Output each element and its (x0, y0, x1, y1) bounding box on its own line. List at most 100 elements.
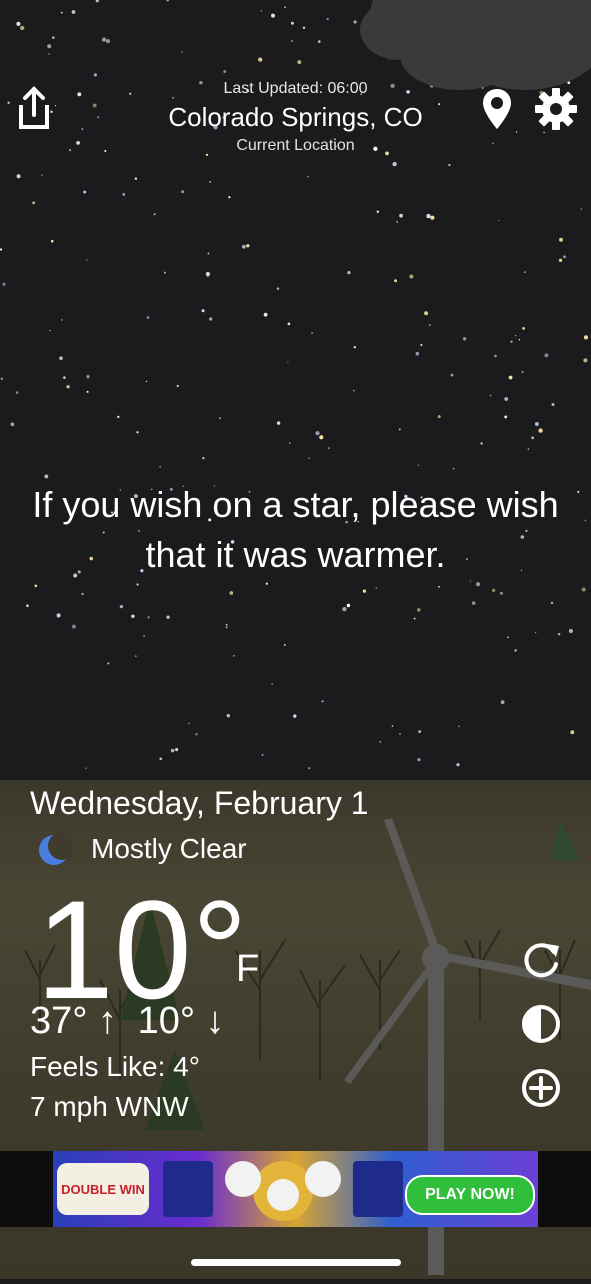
star (263, 312, 268, 317)
star (229, 591, 234, 595)
high-temperature: 37° (30, 1000, 88, 1042)
theme-icon[interactable] (519, 1002, 563, 1046)
star (558, 258, 563, 263)
star (521, 370, 524, 373)
moon-icon (36, 832, 76, 868)
star (284, 6, 286, 9)
star (308, 457, 310, 460)
star (498, 219, 500, 222)
star (583, 358, 588, 363)
location-pin-icon[interactable] (480, 87, 514, 131)
star (136, 431, 139, 434)
star (415, 351, 420, 356)
star (399, 733, 401, 736)
star (2, 282, 6, 286)
star (16, 21, 21, 26)
star (61, 318, 63, 321)
ad-banner[interactable]: DOUBLE WIN PLAY NOW! (0, 1151, 591, 1227)
star (417, 758, 421, 762)
star (260, 10, 263, 12)
star (476, 582, 481, 587)
star (417, 464, 420, 466)
star (166, 0, 170, 2)
star (302, 26, 306, 30)
refresh-icon[interactable] (519, 938, 563, 982)
low-temperature: 10° (137, 1000, 196, 1042)
star (205, 271, 211, 277)
star (0, 248, 3, 251)
star (85, 767, 87, 769)
star (527, 448, 530, 450)
star (584, 519, 587, 522)
star (544, 353, 549, 358)
star (0, 377, 3, 380)
star (342, 606, 347, 612)
star (480, 442, 483, 445)
star (276, 421, 281, 425)
star (524, 271, 526, 274)
star (420, 343, 423, 347)
star (209, 180, 212, 183)
star (271, 683, 273, 685)
star (462, 337, 467, 341)
star (81, 592, 84, 596)
star (391, 725, 394, 727)
star (353, 20, 357, 24)
star (396, 221, 398, 223)
gear-icon[interactable] (534, 87, 578, 131)
star (265, 582, 268, 585)
ad-creative[interactable]: DOUBLE WIN PLAY NOW! (53, 1151, 538, 1227)
temperature-unit[interactable]: F (236, 948, 259, 991)
star (201, 309, 205, 313)
star (456, 763, 460, 767)
star (494, 354, 497, 358)
star (47, 44, 52, 49)
star (394, 279, 398, 283)
star (489, 394, 492, 397)
star (568, 628, 573, 634)
star (580, 208, 582, 210)
star (166, 615, 170, 619)
star (176, 384, 179, 388)
star (469, 580, 472, 582)
star (563, 255, 566, 258)
top-bar: Last Updated: 06:00 Colorado Springs, CO… (0, 75, 591, 165)
star (581, 587, 586, 592)
star (347, 270, 351, 275)
wind: 7 mph WNW (30, 1091, 189, 1122)
ad-play-button[interactable]: PLAY NOW! (405, 1175, 535, 1215)
home-indicator[interactable] (191, 1259, 401, 1266)
star (83, 190, 87, 194)
star (102, 37, 107, 42)
star (375, 587, 378, 589)
add-icon[interactable] (519, 1066, 563, 1110)
star (491, 588, 496, 592)
star (159, 757, 163, 761)
star (225, 626, 228, 629)
star (557, 632, 561, 636)
star (328, 447, 330, 449)
star (430, 215, 435, 220)
star (531, 436, 535, 440)
star (95, 0, 99, 3)
star (379, 741, 382, 743)
star (452, 467, 455, 470)
star (136, 583, 139, 586)
star (34, 584, 38, 588)
star (48, 53, 50, 55)
location-source: Current Location (236, 137, 355, 154)
star (499, 591, 503, 595)
star (86, 390, 89, 393)
star (297, 60, 302, 65)
star (56, 613, 61, 618)
star (409, 274, 414, 279)
star (153, 213, 156, 216)
star (32, 201, 35, 205)
star (223, 70, 227, 73)
star (258, 57, 263, 62)
star (218, 417, 222, 420)
star (471, 601, 476, 605)
star (426, 213, 431, 219)
star (522, 327, 525, 330)
star (417, 608, 421, 612)
